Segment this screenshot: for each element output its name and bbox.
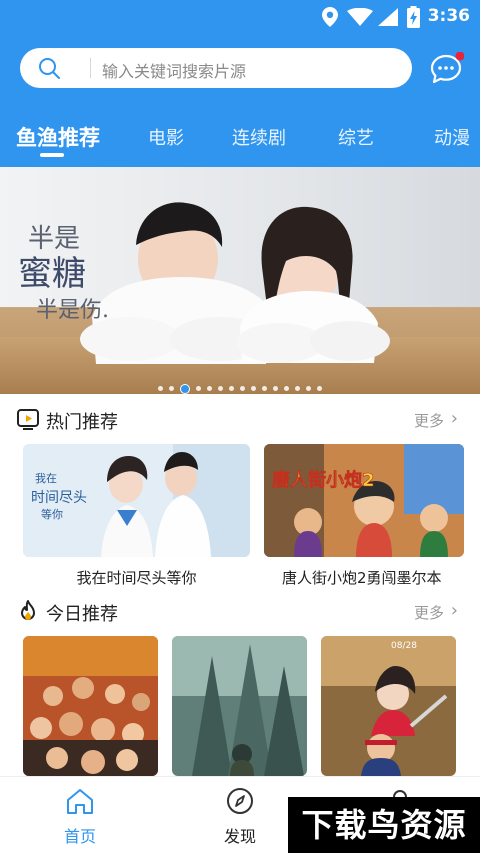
carousel-dot[interactable] <box>317 386 322 391</box>
battery-charging-icon <box>407 6 420 28</box>
carousel-indicator <box>0 378 480 394</box>
carousel-dot[interactable] <box>284 386 289 391</box>
poster-image: 我在 时间尽头 等你 <box>23 444 250 557</box>
poster-image <box>172 636 307 776</box>
search-icon <box>39 58 60 79</box>
svg-text:半是伤.: 半是伤. <box>36 298 109 323</box>
hot-section-header: 热门推荐 更多 › <box>0 405 480 435</box>
hot-section-title: 热门推荐 <box>46 412 118 433</box>
hot-card-2-title[interactable]: 唐人街小炮2勇闯墨尔本 <box>282 567 480 588</box>
status-time: 3:36 <box>427 6 470 26</box>
tab-variety[interactable]: 综艺 <box>338 124 374 150</box>
tabbar-home[interactable]: 首页 <box>40 787 120 847</box>
tab-series[interactable]: 连续剧 <box>232 124 286 150</box>
header: 3:36 输入关键词搜索片源 鱼渔推荐 电影 连续剧 综艺 动漫 <box>0 0 480 167</box>
search-divider <box>90 58 91 78</box>
category-tabs: 鱼渔推荐 电影 连续剧 综艺 动漫 <box>0 116 480 160</box>
tab-anime[interactable]: 动漫 <box>434 124 470 150</box>
tab-movie[interactable]: 电影 <box>148 124 184 150</box>
carousel-dot[interactable] <box>169 386 174 391</box>
banner-carousel[interactable]: 半是 蜜糖 半是伤. <box>0 167 480 394</box>
poster-title-text-2: 时间尽头 <box>31 490 87 506</box>
location-icon <box>322 7 338 27</box>
hot-card-1-title[interactable]: 我在时间尽头等你 <box>23 567 250 588</box>
flame-icon <box>21 600 35 620</box>
tab-recommend[interactable]: 鱼渔推荐 <box>16 122 100 152</box>
carousel-dot[interactable] <box>295 386 300 391</box>
tabbar-discover[interactable]: 发现 <box>200 787 280 847</box>
today-card-1[interactable] <box>23 636 158 776</box>
today-more-link[interactable]: 更多 <box>414 602 444 623</box>
hot-more-link[interactable]: 更多 <box>414 410 444 431</box>
carousel-dot[interactable] <box>262 386 267 391</box>
watermark: 下载鸟资源 <box>288 797 480 853</box>
tabbar-discover-label: 发现 <box>223 827 256 846</box>
banner-image: 半是 蜜糖 半是伤. <box>18 202 390 364</box>
chevron-right-icon[interactable]: › <box>451 600 458 621</box>
search-bar[interactable]: 输入关键词搜索片源 <box>20 48 412 88</box>
carousel-dot[interactable] <box>251 386 256 391</box>
tabbar-home-label: 首页 <box>63 827 96 846</box>
status-bar: 3:36 <box>0 0 480 34</box>
message-button[interactable] <box>430 51 465 86</box>
carousel-dot[interactable] <box>207 386 212 391</box>
chat-icon <box>430 51 465 84</box>
chevron-right-icon[interactable]: › <box>451 408 458 429</box>
today-card-2[interactable] <box>172 636 307 776</box>
poster-title-text: 唐人街小炮2 <box>272 469 375 491</box>
carousel-dot-active[interactable] <box>180 383 190 394</box>
carousel-dot[interactable] <box>240 386 245 391</box>
poster-date-text: 08/28 <box>391 641 417 651</box>
carousel-dot[interactable] <box>196 386 201 391</box>
carousel-dot[interactable] <box>218 386 223 391</box>
carousel-dot[interactable] <box>306 386 311 391</box>
signal-icon <box>378 8 398 26</box>
today-section-title: 今日推荐 <box>46 604 118 625</box>
hot-card-1[interactable]: 我在 时间尽头 等你 <box>23 444 250 557</box>
carousel-dot[interactable] <box>229 386 234 391</box>
home-icon <box>67 789 93 814</box>
today-card-3[interactable]: 08/28 <box>321 636 456 776</box>
poster-title-text-3: 等你 <box>41 507 63 521</box>
carousel-dot[interactable] <box>158 386 163 391</box>
svg-text:半是: 半是 <box>28 224 80 254</box>
wifi-icon <box>347 8 373 26</box>
video-icon <box>17 409 39 430</box>
active-tab-indicator <box>40 153 64 157</box>
poster-image <box>23 636 158 776</box>
svg-text:蜜糖: 蜜糖 <box>18 254 86 294</box>
poster-image: 唐人街小炮2 <box>264 444 464 557</box>
search-input[interactable]: 输入关键词搜索片源 <box>102 58 246 82</box>
poster-title-text: 我在 <box>35 472 57 485</box>
hot-card-2[interactable]: 唐人街小炮2 <box>264 444 464 557</box>
compass-icon <box>227 788 253 814</box>
poster-image: 08/28 <box>321 636 456 776</box>
today-section-header: 今日推荐 更多 › <box>0 597 480 627</box>
carousel-dot[interactable] <box>273 386 278 391</box>
